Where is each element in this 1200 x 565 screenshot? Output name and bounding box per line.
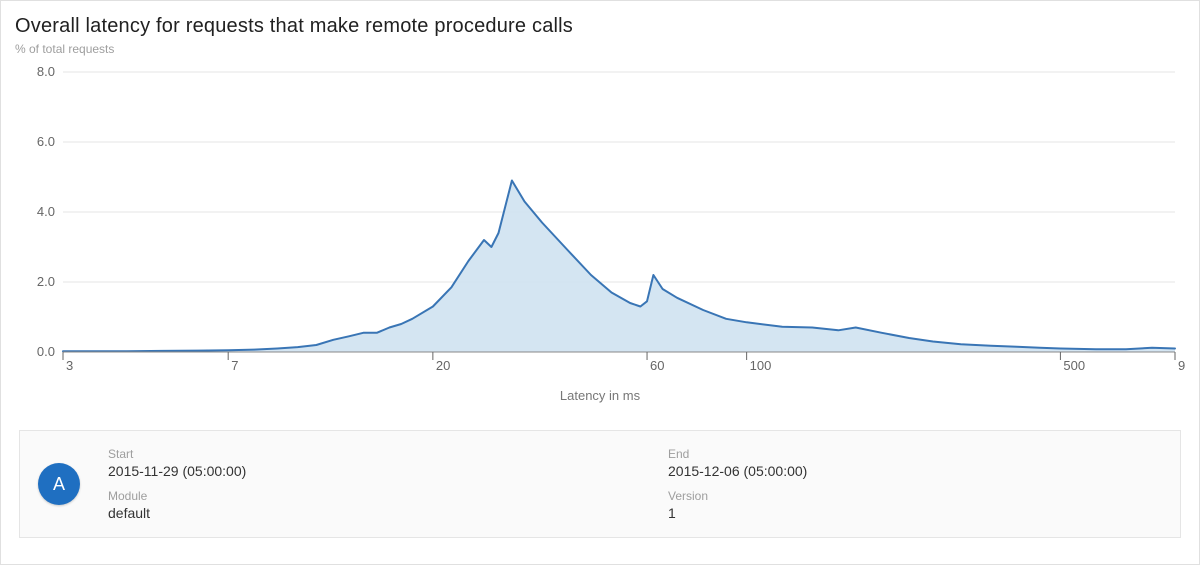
- chart-subtitle: % of total requests: [15, 42, 1187, 56]
- svg-text:4.0: 4.0: [37, 204, 55, 219]
- report-info-card: A Start 2015-11-29 (05:00:00) End 2015-1…: [19, 430, 1181, 538]
- chart-svg: 0.0 2.0 4.0 6.0 8.0 3 7 20 60 100 500 900: [15, 62, 1185, 382]
- svg-text:100: 100: [750, 358, 772, 373]
- info-version: Version 1: [668, 489, 1162, 521]
- svg-text:0.0: 0.0: [37, 344, 55, 359]
- info-start: Start 2015-11-29 (05:00:00): [108, 447, 628, 479]
- value-start: 2015-11-29 (05:00:00): [108, 463, 628, 479]
- svg-text:60: 60: [650, 358, 664, 373]
- svg-text:6.0: 6.0: [37, 134, 55, 149]
- svg-text:7: 7: [231, 358, 238, 373]
- label-start: Start: [108, 447, 628, 461]
- x-axis-label: Latency in ms: [15, 388, 1185, 403]
- info-module: Module default: [108, 489, 628, 521]
- svg-text:500: 500: [1063, 358, 1085, 373]
- label-module: Module: [108, 489, 628, 503]
- svg-text:8.0: 8.0: [37, 64, 55, 79]
- chart-title: Overall latency for requests that make r…: [15, 15, 1187, 38]
- svg-text:2.0: 2.0: [37, 274, 55, 289]
- report-info-grid: Start 2015-11-29 (05:00:00) End 2015-12-…: [108, 447, 1162, 521]
- report-badge: A: [38, 463, 80, 505]
- label-version: Version: [668, 489, 1162, 503]
- svg-text:20: 20: [436, 358, 450, 373]
- label-end: End: [668, 447, 1162, 461]
- svg-text:900: 900: [1178, 358, 1185, 373]
- value-module: default: [108, 505, 628, 521]
- value-version: 1: [668, 505, 1162, 521]
- svg-text:3: 3: [66, 358, 73, 373]
- info-end: End 2015-12-06 (05:00:00): [668, 447, 1162, 479]
- value-end: 2015-12-06 (05:00:00): [668, 463, 1162, 479]
- latency-panel: Overall latency for requests that make r…: [0, 0, 1200, 565]
- latency-chart: 0.0 2.0 4.0 6.0 8.0 3 7 20 60 100 500 900 Latency i…: [15, 62, 1185, 402]
